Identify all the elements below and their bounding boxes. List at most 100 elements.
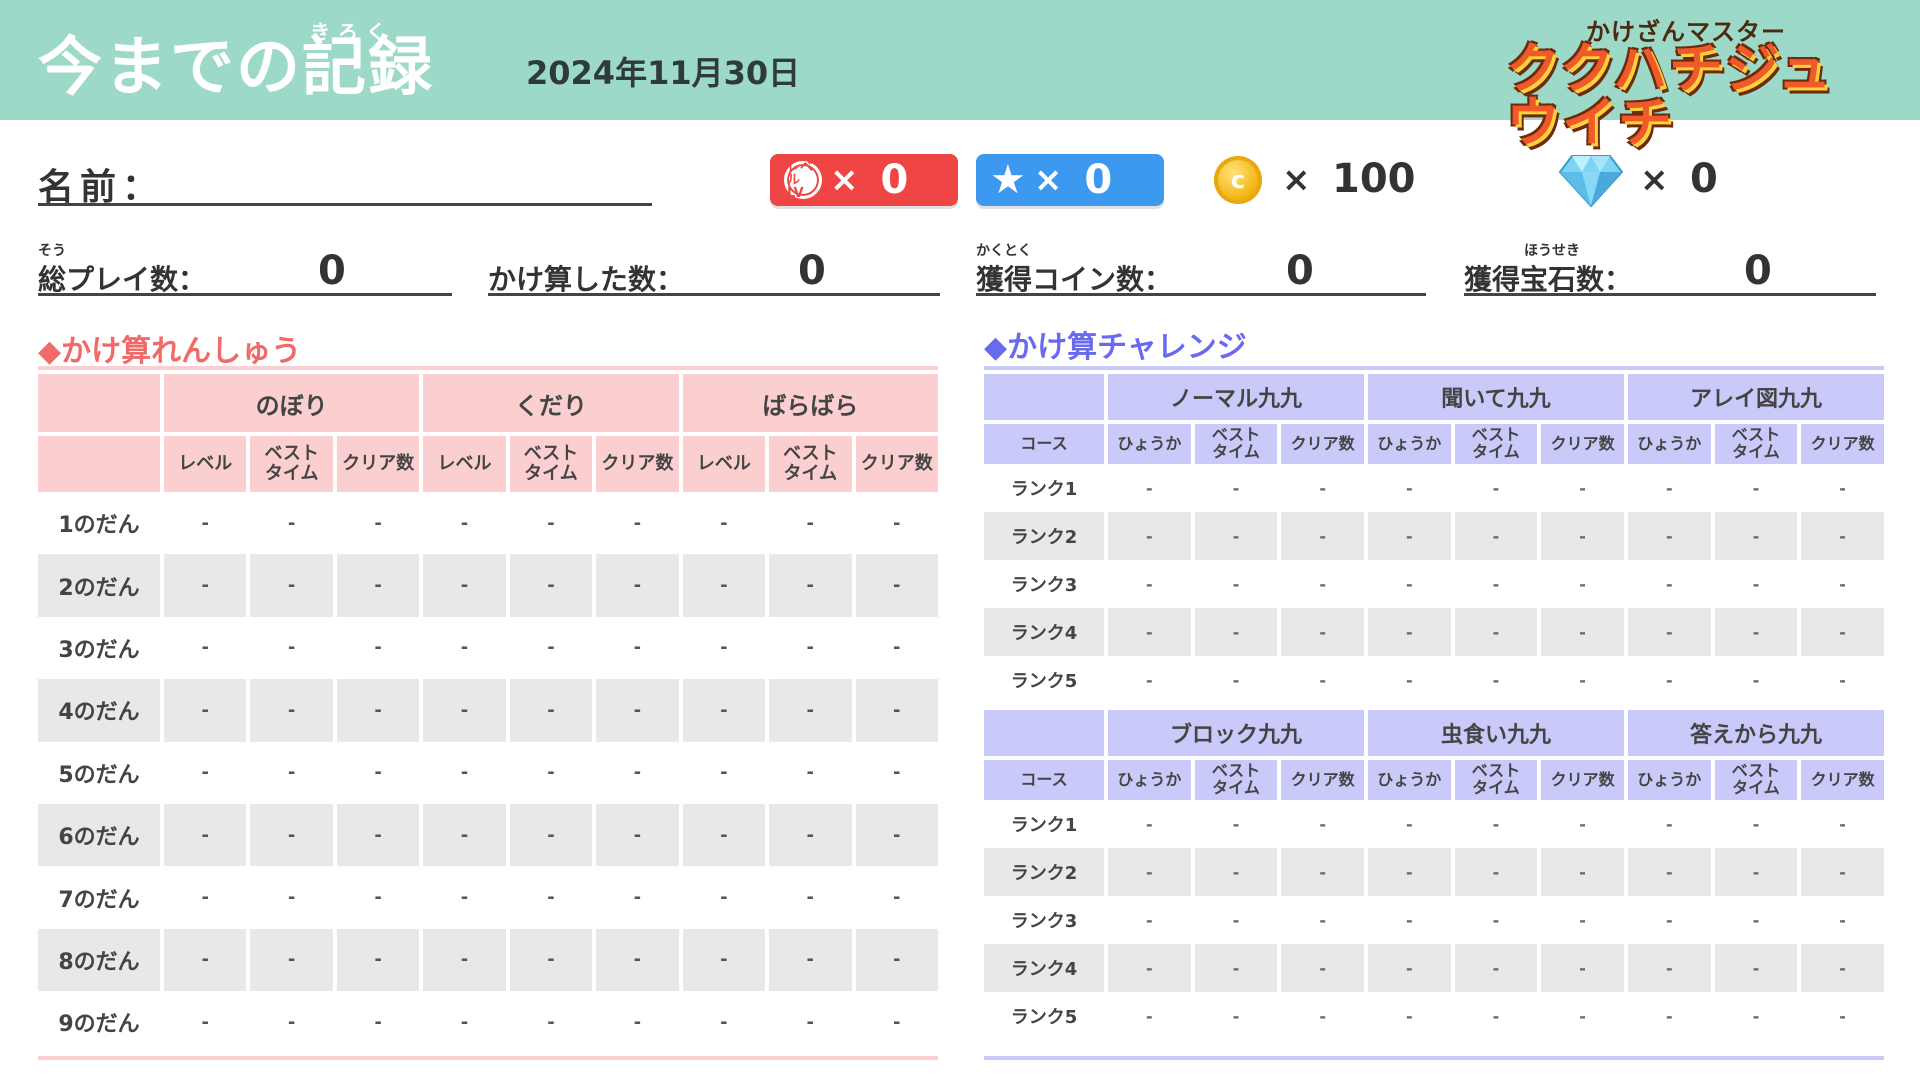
table-row: ランク1 - - - - - - - - - <box>984 800 1884 848</box>
table-cell: - <box>423 554 506 617</box>
table-cell: - <box>1281 848 1364 896</box>
table-cell: - <box>287 762 296 784</box>
table-cell: - <box>633 637 642 659</box>
stat-value: 0 <box>1286 248 1314 294</box>
table-cell: - <box>682 554 766 617</box>
table-cell: - <box>893 637 901 659</box>
table-cell: - <box>1541 848 1624 896</box>
table-row: 5のだん - - - - - - - - - <box>38 742 938 804</box>
stat-ruby: そう <box>38 243 66 259</box>
table-cell: - <box>893 512 901 534</box>
table-cell: - <box>1714 512 1798 560</box>
table-cell: - <box>250 679 333 742</box>
table-cell: - <box>1579 910 1586 930</box>
table-cell: - <box>336 679 420 742</box>
table-cell: - <box>633 762 642 784</box>
table-cell: - <box>423 679 506 742</box>
table-cell: - <box>1492 670 1500 690</box>
table-cell: - <box>1108 608 1191 656</box>
table-cell: - <box>1801 944 1884 992</box>
challenge-group-header: ノーマル九九 <box>1108 374 1364 420</box>
table-cell: - <box>1146 670 1153 690</box>
table-cell: - <box>1839 814 1846 834</box>
stat-gems-earned: ほうせき 獲得宝石数： 0 <box>1464 236 1876 296</box>
name-label: 名前： <box>38 167 165 208</box>
table-cell: - <box>596 928 679 992</box>
diamond-icon <box>1558 155 1624 208</box>
table-cell: - <box>201 762 209 784</box>
table-cell: - <box>164 803 247 867</box>
table-cell: - <box>720 887 728 909</box>
challenge-group-header: アレイ図九九 <box>1627 374 1884 420</box>
table-cell: - <box>720 762 728 784</box>
table-cell: - <box>769 803 852 867</box>
level-icon: レベル LV <box>784 161 822 200</box>
table-cell: - <box>201 1011 209 1033</box>
table-cell: - <box>164 928 247 992</box>
practice-table: のぼり くだり ばらばら レベル ベスト タイム クリア数 レベル ベスト タイ… <box>34 374 942 1054</box>
practice-subheader: レベル <box>682 432 766 492</box>
table-cell: - <box>1146 910 1153 930</box>
challenge-subheader: クリア数 <box>1281 420 1364 464</box>
challenge-subheader-row: コース ひょうか ベスト タイム クリア数 ひょうか ベスト タイム クリア数 ひょうか ベスト… <box>984 756 1884 800</box>
table-cell: - <box>1752 814 1760 834</box>
table-cell: - <box>374 637 382 659</box>
table-cell: - <box>1108 512 1191 560</box>
table-cell: - <box>460 762 469 784</box>
table-cell: - <box>1801 608 1884 656</box>
table-cell: - <box>682 679 766 742</box>
table-cell: - <box>460 637 469 659</box>
challenge-group-header: ブロック九九 <box>1108 710 1364 756</box>
table-cell: - <box>1319 670 1326 690</box>
stat-label: 獲得宝石数： <box>1464 263 1633 296</box>
table-cell: - <box>547 1011 555 1033</box>
table-cell: - <box>1232 670 1240 690</box>
row-label: ランク5 <box>1010 1007 1078 1028</box>
table-cell: - <box>1579 814 1586 834</box>
practice-subheader: ベスト タイム <box>250 432 333 492</box>
table-cell: - <box>1232 478 1240 498</box>
table-cell: - <box>287 637 296 659</box>
table-cell: - <box>250 554 333 617</box>
page-title: 今までの記録 <box>38 31 434 105</box>
table-cell: - <box>1405 910 1413 930</box>
challenge-divider-bottom <box>984 1056 1884 1060</box>
challenge-group-header: 聞いて九九 <box>1367 374 1624 420</box>
coin-icon: c <box>1214 156 1262 204</box>
table-cell: - <box>1454 512 1538 560</box>
logo-title: ククハチジュウイチ <box>1506 37 1834 154</box>
row-label: 5のだん <box>58 762 140 788</box>
practice-section-title: ◆かけ算れんしゅう <box>38 334 302 369</box>
table-cell: - <box>1627 512 1711 560</box>
table-cell: - <box>1319 478 1326 498</box>
table-cell: - <box>250 928 333 992</box>
row-label: 2のだん <box>38 554 160 617</box>
table-cell: - <box>164 679 247 742</box>
table-cell: - <box>336 928 420 992</box>
challenge-corner <box>984 710 1104 756</box>
table-row: 8のだん - - - - - - - - - <box>38 928 938 992</box>
challenge-subheader: ひょうか <box>1108 420 1191 464</box>
table-row: 3のだん - - - - - - - - - <box>38 617 938 679</box>
practice-divider-top <box>38 366 938 370</box>
table-cell: - <box>720 637 728 659</box>
challenge-subheader: ベスト タイム <box>1454 420 1538 464</box>
practice-subheader: ベスト タイム <box>769 432 852 492</box>
practice-subheader: ベスト タイム <box>509 432 593 492</box>
table-cell: - <box>1146 574 1153 594</box>
challenge-subheader: ひょうか <box>1367 756 1451 800</box>
challenge-table: ノーマル九九 聞いて九九 アレイ図九九コース ひょうか ベスト タイム クリア数 ひょうかベ… <box>980 374 1888 1040</box>
coin-count: 100 <box>1332 156 1416 202</box>
table-cell: - <box>1579 1006 1586 1026</box>
table-cell: - <box>1801 848 1884 896</box>
table-cell: - <box>1492 1006 1500 1026</box>
table-cell: - <box>1541 512 1624 560</box>
coin-times: × <box>1282 160 1311 200</box>
table-cell: - <box>806 887 815 909</box>
table-row: ランク2- - - - - - - - - <box>984 512 1884 560</box>
challenge-group-header: 答えから九九 <box>1627 710 1884 756</box>
stat-label: 総プレイ数： <box>38 263 207 296</box>
table-cell: - <box>423 803 506 867</box>
table-cell: - <box>547 887 555 909</box>
header-bar: きろく 今までの記録 2024年11月30日 かけざんマスター ククハチジュウイ… <box>0 0 1920 150</box>
